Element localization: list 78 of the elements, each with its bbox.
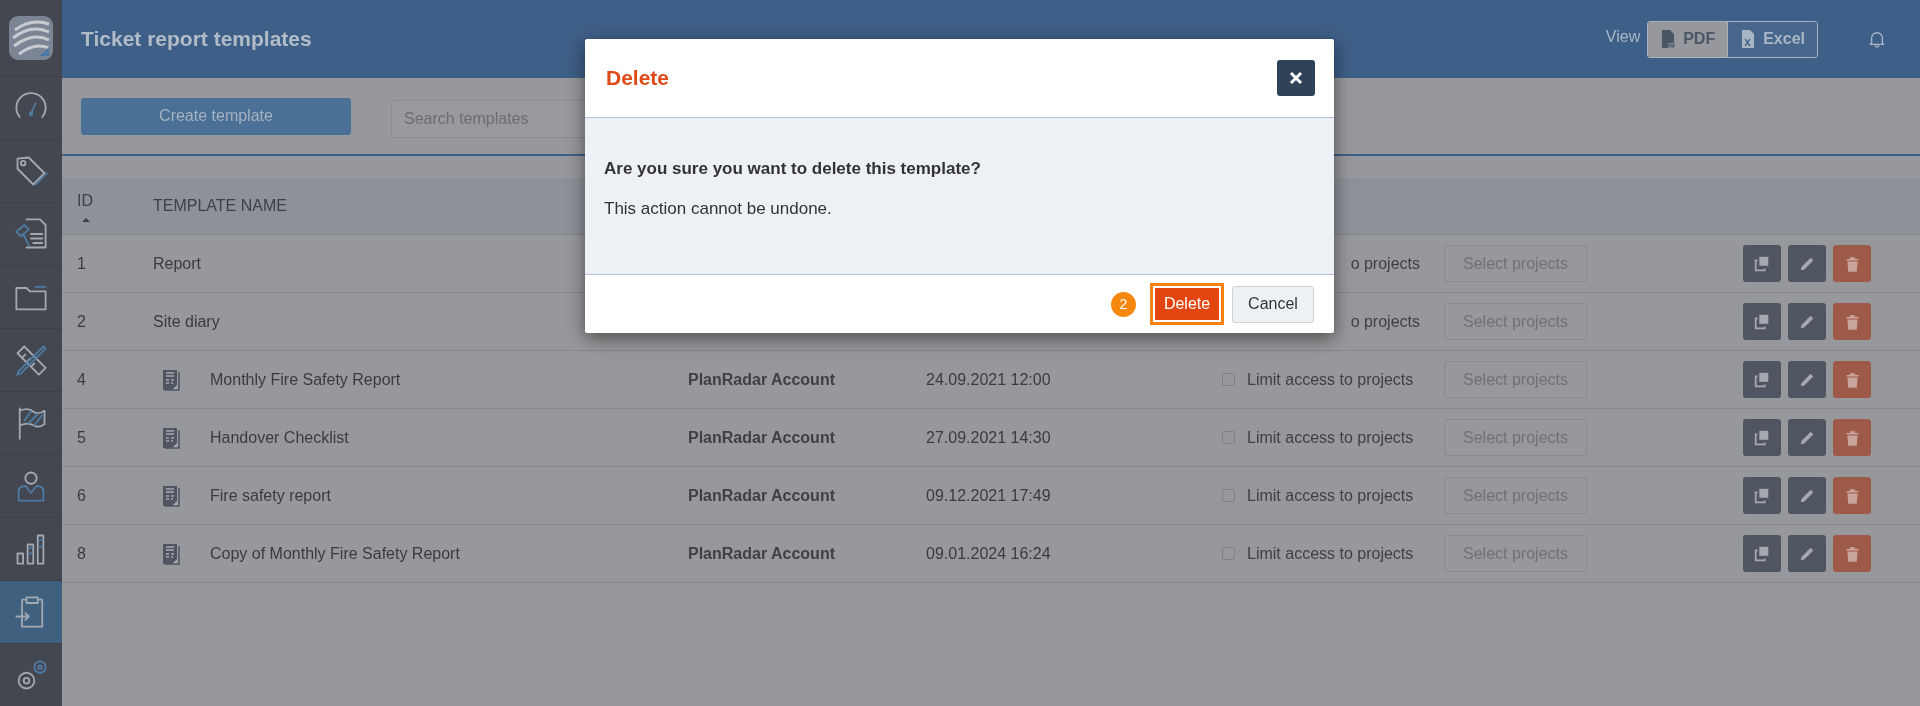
copy-button[interactable] — [1743, 245, 1781, 282]
view-button[interactable]: Excel — [1727, 21, 1817, 57]
owner-cell: PlanRadar Account — [688, 544, 835, 563]
date-cell: 09.12.2021 17:49 — [926, 486, 1051, 505]
column-header[interactable]: ID — [77, 192, 93, 210]
owner-cell: PlanRadar Account — [688, 486, 835, 505]
id-cell: 4 — [77, 370, 86, 389]
date-cell: 27.09.2021 14:30 — [926, 428, 1051, 447]
bell-icon[interactable] — [1868, 30, 1886, 48]
id-cell: 2 — [77, 312, 86, 331]
checkbox-label: Limit access to projects — [1247, 544, 1414, 563]
column-header[interactable]: TEMPLATE NAME — [153, 197, 287, 215]
checkbox-label: o projects — [1350, 254, 1420, 273]
view-button[interactable]: PDF — [1648, 21, 1728, 57]
delete-button[interactable] — [1833, 303, 1871, 340]
delete-button[interactable] — [1833, 245, 1871, 282]
template-name: Copy of Monthly Fire Safety Report — [210, 544, 460, 563]
id-cell: 6 — [77, 486, 86, 505]
document-icon — [161, 541, 180, 566]
copy-icon — [1753, 428, 1771, 447]
delete-button[interactable] — [1833, 361, 1871, 398]
ruler-pencil-icon — [13, 342, 49, 378]
template-name: Handover Checklist — [210, 428, 349, 447]
create-template-button[interactable]: Create template — [81, 97, 351, 135]
step-badge: 2 — [1111, 291, 1136, 317]
template-name: Site diary — [153, 312, 220, 331]
delete-button[interactable] — [1833, 535, 1871, 572]
checkbox[interactable] — [1222, 547, 1235, 560]
edit-button[interactable] — [1788, 303, 1826, 340]
document-icon — [161, 425, 180, 450]
edit-button[interactable] — [1788, 361, 1826, 398]
copy-icon — [1753, 544, 1771, 563]
date-cell: 24.09.2021 12:00 — [926, 370, 1051, 389]
copy-icon — [1753, 254, 1771, 273]
sidebar-item[interactable] — [0, 580, 62, 643]
document-icon — [161, 367, 180, 392]
document-icon — [161, 483, 180, 508]
delete-button[interactable] — [1833, 419, 1871, 456]
copy-button[interactable] — [1743, 477, 1781, 514]
copy-icon — [1753, 370, 1771, 389]
checkbox-label: Limit access to projects — [1247, 428, 1414, 447]
template-name: Monthly Fire Safety Report — [210, 370, 401, 389]
edit-button[interactable] — [1788, 477, 1826, 514]
page-title: Ticket report templates — [81, 27, 312, 51]
id-cell: 5 — [77, 428, 86, 447]
copy-icon — [1753, 486, 1771, 505]
copy-button[interactable] — [1743, 303, 1781, 340]
template-name: Report — [153, 254, 202, 273]
dialog-title: Delete — [606, 66, 670, 90]
copy-button[interactable] — [1743, 361, 1781, 398]
delete-button[interactable] — [1833, 477, 1871, 514]
checkbox[interactable] — [1222, 373, 1235, 386]
logo-icon — [9, 16, 53, 60]
owner-cell: PlanRadar Account — [688, 428, 835, 447]
edit-button[interactable] — [1788, 419, 1826, 456]
date-cell: 09.01.2024 16:24 — [926, 544, 1051, 563]
dialog-question: Are you sure you want to delete this template? — [604, 159, 982, 179]
template-name: Fire safety report — [210, 486, 331, 505]
edit-button[interactable] — [1788, 245, 1826, 282]
copy-button[interactable] — [1743, 419, 1781, 456]
confirm-button[interactable]: Delete — [1150, 283, 1224, 325]
close-button[interactable] — [1277, 60, 1315, 96]
cancel-button[interactable]: Cancel — [1232, 285, 1314, 323]
close-icon — [1289, 71, 1303, 85]
copy-icon — [1753, 312, 1771, 331]
dialog-message: This action cannot be undone. — [604, 199, 833, 219]
view-label: View — [1605, 28, 1641, 46]
id-cell: 8 — [77, 544, 86, 563]
file-icon — [1660, 28, 1678, 50]
edit-button[interactable] — [1788, 535, 1826, 572]
id-cell: 1 — [77, 254, 86, 273]
checkbox-label: Limit access to projects — [1247, 370, 1414, 389]
checkbox-label: Limit access to projects — [1247, 486, 1414, 505]
copy-button[interactable] — [1743, 535, 1781, 572]
owner-cell: PlanRadar Account — [688, 370, 835, 389]
checkbox[interactable] — [1222, 431, 1235, 444]
checkbox-label: o projects — [1350, 312, 1420, 331]
checkbox[interactable] — [1222, 489, 1235, 502]
